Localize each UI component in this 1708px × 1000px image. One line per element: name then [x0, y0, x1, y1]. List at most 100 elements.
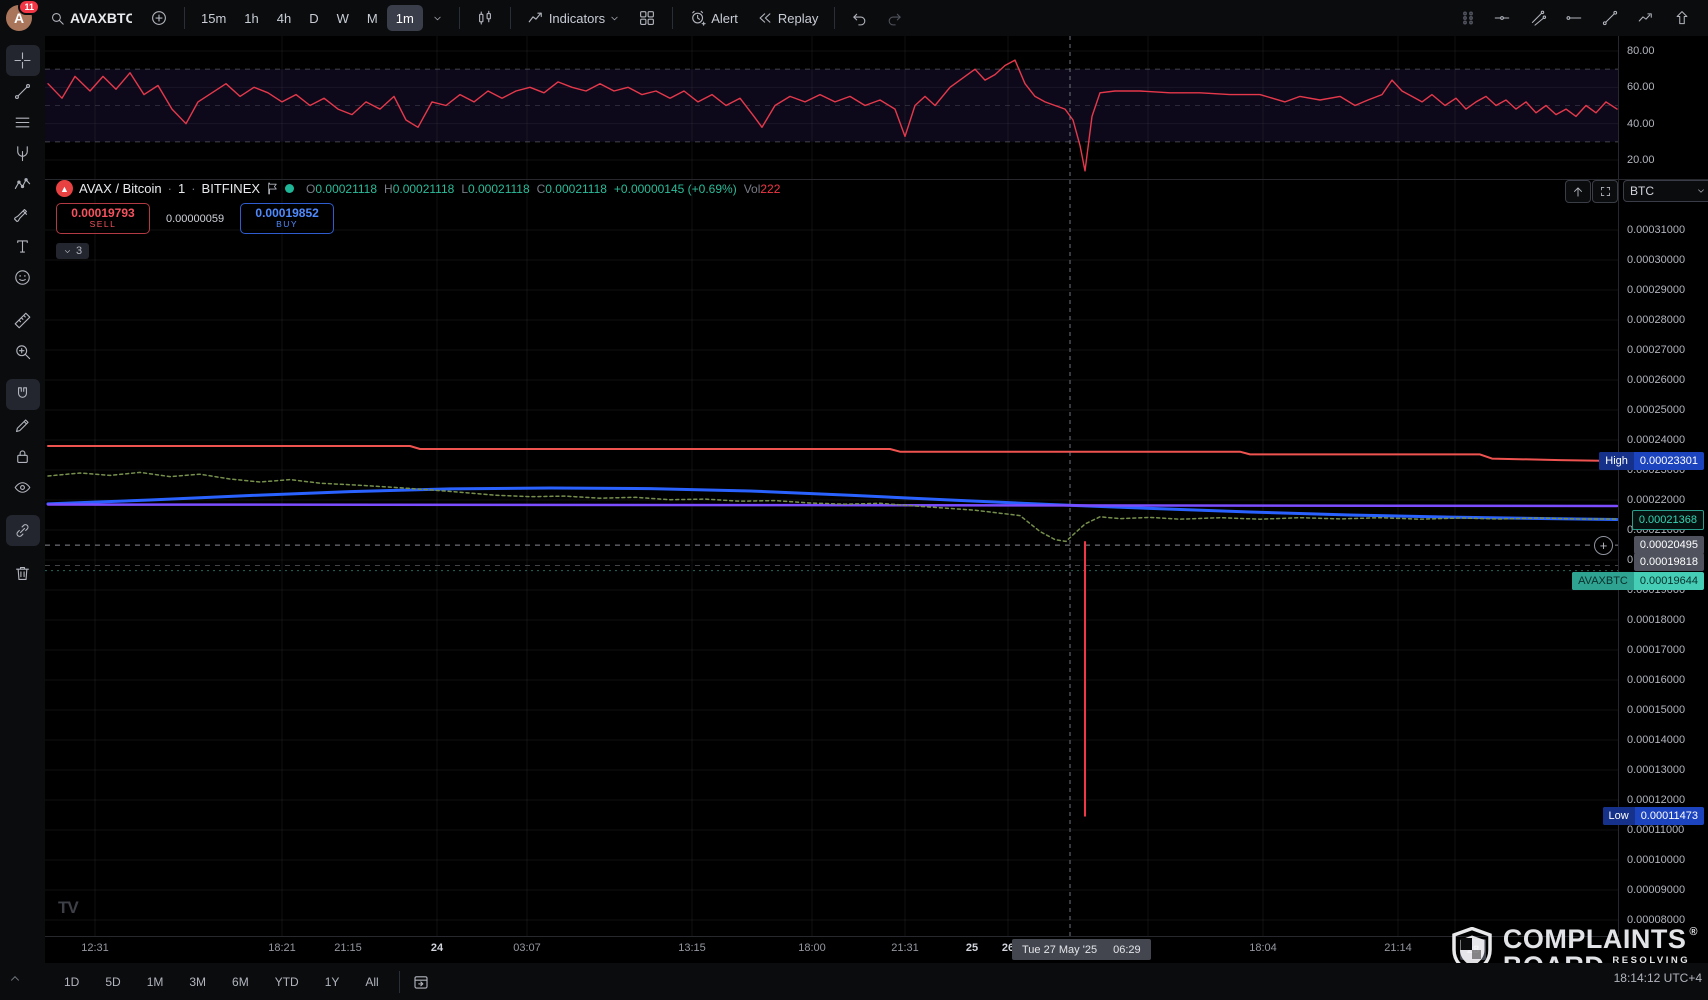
timeframe-1m-active[interactable]: 1m — [387, 5, 423, 31]
replay-label: Replay — [778, 11, 818, 26]
alert-price-label: 0.00020495 — [1634, 536, 1704, 554]
trade-panel: 0.00019793 SELL 0.00000059 0.00019852 BU… — [56, 203, 334, 234]
drag-handle-dots[interactable] — [1462, 11, 1474, 25]
cross-line-tool-icon[interactable] — [1520, 5, 1556, 31]
horizontal-lines-tool-icon[interactable] — [6, 107, 40, 138]
range-6m-button[interactable]: 6M — [224, 971, 257, 993]
price-axis-tick: 0.00014000 — [1627, 732, 1685, 748]
trash-tool-icon[interactable] — [6, 558, 40, 589]
timeframe-15m[interactable]: 15m — [192, 5, 235, 31]
undo-button[interactable] — [842, 5, 877, 31]
collapsed-indicators-chip[interactable]: 3 — [56, 243, 89, 259]
timeframe-1h[interactable]: 1h — [235, 5, 267, 31]
arrow-up-tool-icon[interactable] — [1664, 5, 1700, 31]
lock-tool-icon[interactable] — [6, 441, 40, 472]
alert-price-label: 0.00019818 — [1634, 553, 1704, 571]
redo-button[interactable] — [877, 5, 912, 31]
plus-circle-icon — [150, 9, 168, 27]
price-axis-tick: 0.00027000 — [1627, 342, 1685, 358]
pitchfork-tool-icon[interactable] — [6, 138, 40, 169]
time-axis-tick: 12:31 — [81, 942, 109, 954]
pane-move-up-button[interactable] — [1565, 180, 1591, 203]
pane-maximize-button[interactable] — [1592, 180, 1618, 203]
compare-add-symbol-button[interactable] — [141, 5, 177, 31]
polyline-tool-icon[interactable] — [1628, 5, 1664, 31]
chart-style-button[interactable] — [467, 5, 503, 31]
boxed-day-tick: 28 — [1460, 939, 1486, 960]
toolbar-separator — [184, 7, 185, 29]
toolbar-separator — [834, 7, 835, 29]
range-1y-button[interactable]: 1Y — [317, 971, 348, 993]
range-all-button[interactable]: All — [357, 971, 386, 993]
range-3m-button[interactable]: 3M — [181, 971, 214, 993]
horizontal-line-tool-icon[interactable] — [1484, 5, 1520, 31]
user-avatar[interactable]: A 11 — [6, 5, 32, 31]
legend-separator: · — [191, 181, 195, 196]
volume-value: 222 — [760, 182, 780, 196]
price-axis[interactable]: 80.0060.0040.0020.000.000310000.00030000… — [1619, 36, 1708, 937]
bottom-toolbar: 1D 5D 1M 3M 6M YTD 1Y All — [0, 963, 1708, 1000]
alert-label: Alert — [711, 11, 738, 26]
go-to-date-icon[interactable] — [412, 973, 430, 991]
alert-button[interactable]: Alert — [680, 5, 747, 31]
timeframe-D[interactable]: D — [300, 5, 327, 31]
magnet-tool-icon[interactable] — [6, 379, 40, 410]
range-ytd-button[interactable]: YTD — [267, 971, 307, 993]
trend-line-tool-icon[interactable] — [1592, 5, 1628, 31]
range-1d-button[interactable]: 1D — [56, 971, 87, 993]
time-axis[interactable]: 12:3118:2121:152403:0713:1518:0021:31252… — [0, 937, 1708, 963]
layout-grid-button[interactable] — [629, 5, 665, 31]
price-axis-tick: 0.00031000 — [1627, 222, 1685, 238]
text-tool-icon[interactable] — [6, 231, 40, 262]
pattern-tool-icon[interactable] — [6, 169, 40, 200]
timeframe-W[interactable]: W — [328, 5, 358, 31]
sell-button[interactable]: 0.00019793 SELL — [56, 203, 150, 234]
market-status-icon[interactable] — [285, 184, 294, 193]
indicators-icon — [527, 9, 545, 27]
ruler-tool-icon[interactable] — [6, 305, 40, 336]
symbol-search-button[interactable]: AVAXBTC — [40, 5, 141, 31]
price-axis-currency-dropdown[interactable]: BTC — [1623, 180, 1708, 202]
timeframe-group: 15m1h4hDWM1m — [192, 0, 452, 36]
range-5d-button[interactable]: 5D — [97, 971, 128, 993]
price-axis-tick: 0.00024000 — [1627, 432, 1685, 448]
high-value: 0.00021118 — [393, 182, 455, 196]
replay-button[interactable]: Replay — [747, 5, 827, 31]
legend-separator: · — [168, 181, 172, 196]
zoom-in-tool-icon[interactable] — [6, 336, 40, 367]
legend-symbol-title[interactable]: AVAX / Bitcoin — [79, 181, 162, 196]
time-axis-tick: 03:07 — [513, 942, 541, 954]
price-axis-tick: 0.00028000 — [1627, 312, 1685, 328]
open-value: 0.00021118 — [315, 182, 377, 196]
timeframe-menu-chevron-icon[interactable] — [423, 5, 452, 31]
chart-plot[interactable] — [45, 36, 1618, 937]
legend-interval: 1 — [178, 181, 185, 196]
price-axis-tick: 0.00026000 — [1627, 372, 1685, 388]
alert-line-plus-icon[interactable]: + — [1594, 536, 1613, 555]
link-tool-icon[interactable] — [6, 515, 40, 546]
tradingview-logo[interactable]: TV — [58, 898, 78, 918]
eye-tool-icon[interactable] — [6, 472, 40, 503]
timeframe-M[interactable]: M — [358, 5, 387, 31]
range-1m-button[interactable]: 1M — [139, 971, 172, 993]
time-axis-tick: 24 — [431, 942, 443, 954]
trend-line-tool-icon[interactable] — [6, 76, 40, 107]
price-axis-tick: 0.00022000 — [1627, 492, 1685, 508]
panel-collapse-chevron[interactable] — [8, 972, 22, 991]
brush-tool-icon[interactable] — [6, 200, 40, 231]
crosshair-tool-icon[interactable] — [6, 45, 40, 76]
time-axis-tick: 18:21 — [268, 942, 296, 954]
pencil-tool-icon[interactable] — [6, 410, 40, 441]
emoji-tool-icon[interactable] — [6, 262, 40, 293]
price-axis-tick: 0.00017000 — [1627, 642, 1685, 658]
date-range-group: 1D 5D 1M 3M 6M YTD 1Y All — [56, 971, 387, 993]
price-axis-tick: 0.00009000 — [1627, 882, 1685, 898]
search-icon — [49, 10, 66, 27]
timeframe-4h[interactable]: 4h — [268, 5, 300, 31]
horizontal-ray-tool-icon[interactable] — [1556, 5, 1592, 31]
top-toolbar: A 11 AVAXBTC 15m1h4hDWM1m Indicators — [0, 0, 1708, 36]
indicators-button[interactable]: Indicators — [518, 5, 629, 31]
buy-button[interactable]: 0.00019852 BUY — [240, 203, 334, 234]
flag-icon[interactable] — [266, 182, 279, 195]
axis-clock: 18:14:12 UTC+4 — [1614, 971, 1702, 985]
